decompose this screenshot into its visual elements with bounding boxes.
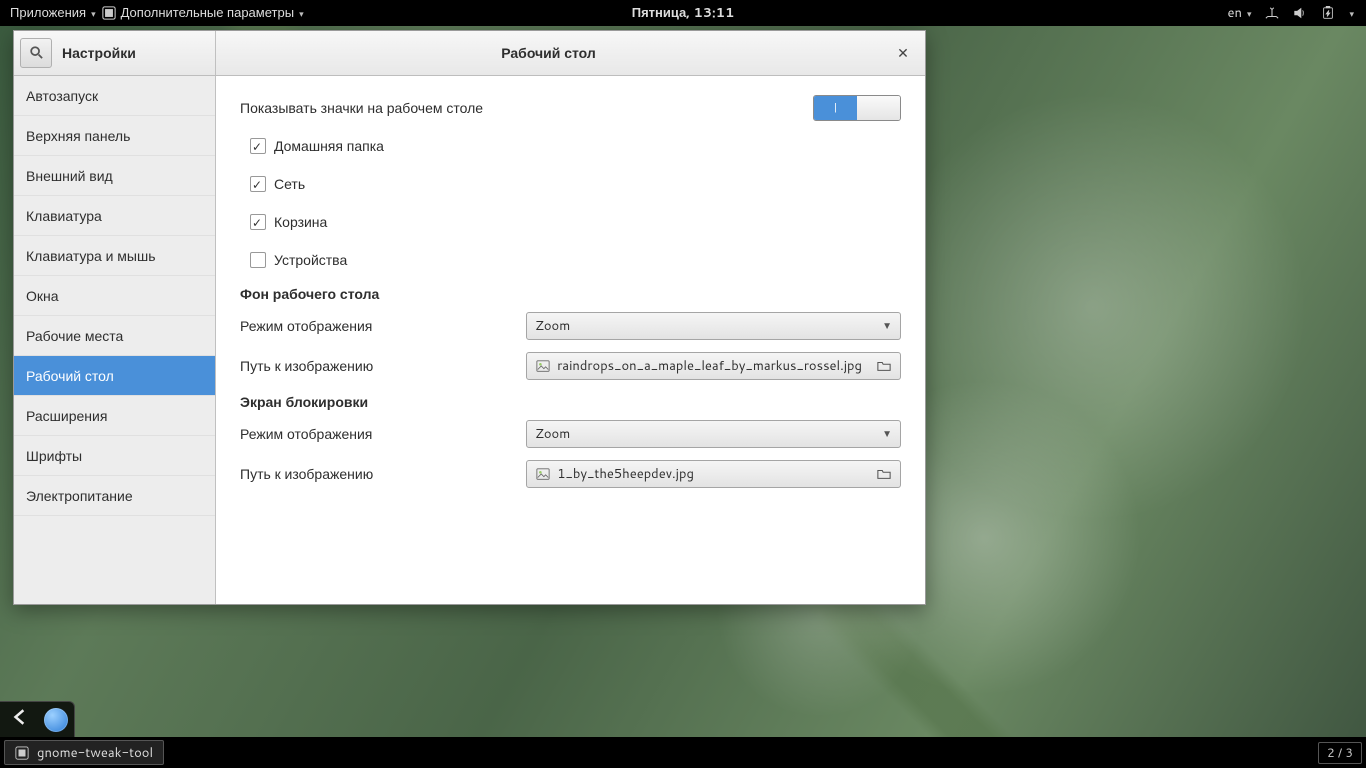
sidebar-item-label: Верхняя панель (26, 126, 130, 146)
lock-mode-label: Режим отображения (240, 424, 526, 444)
sidebar-item-label: Клавиатура (26, 206, 102, 226)
chevron-down-icon: ▼ (882, 319, 892, 333)
close-button[interactable]: ✕ (891, 41, 915, 65)
image-icon (535, 358, 551, 374)
tweak-tool-icon (102, 6, 116, 20)
taskbar-item-gnome-tweak-tool[interactable]: gnome-tweak-tool (4, 740, 164, 765)
lang-label: en (1227, 4, 1241, 22)
sidebar-item-label: Расширения (26, 406, 107, 426)
bottom-dock (0, 701, 75, 737)
sidebar-item-appearance[interactable]: Внешний вид (14, 156, 215, 196)
folder-open-icon (876, 466, 892, 482)
applications-label: Приложения (10, 4, 86, 22)
sidebar-item-power[interactable]: Электропитание (14, 476, 215, 516)
sidebar-item-label: Клавиатура и мышь (26, 246, 156, 266)
volume-icon[interactable] (1293, 6, 1307, 20)
switch-off-side (857, 96, 900, 120)
sidebar-item-label: Окна (26, 286, 59, 306)
clock[interactable]: Пятница, 13:11 (632, 4, 734, 22)
devices-label: Устройства (274, 250, 347, 270)
app-menu[interactable]: Дополнительные параметры ▾ (102, 4, 304, 22)
dock-back-button[interactable] (6, 706, 34, 734)
devices-checkbox[interactable] (250, 252, 266, 268)
search-button[interactable] (20, 38, 52, 68)
network-label: Сеть (274, 174, 305, 194)
chevron-down-icon: ▾ (1247, 7, 1252, 20)
trash-checkbox[interactable] (250, 214, 266, 230)
show-icons-label: Показывать значки на рабочем столе (240, 98, 813, 118)
bg-file-chooser[interactable]: raindrops_on_a_maple_leaf_by_markus_ross… (526, 352, 901, 380)
titlebar-left: Настройки (14, 31, 216, 75)
image-icon (535, 466, 551, 482)
bg-mode-label: Режим отображения (240, 316, 526, 336)
close-icon: ✕ (897, 43, 909, 63)
tweak-tool-icon (15, 746, 29, 760)
chevron-left-icon (11, 708, 29, 732)
sidebar-item-autostart[interactable]: Автозапуск (14, 76, 215, 116)
sidebar-item-fonts[interactable]: Шрифты (14, 436, 215, 476)
app-menu-label: Дополнительные параметры (121, 4, 294, 22)
top-panel: Приложения ▾ Дополнительные параметры ▾ … (0, 0, 1366, 26)
sidebar-item-top-bar[interactable]: Верхняя панель (14, 116, 215, 156)
bg-file-name: raindrops_on_a_maple_leaf_by_markus_ross… (557, 357, 870, 375)
page-title: Рабочий стол (216, 31, 881, 75)
sidebar-item-workspaces[interactable]: Рабочие места (14, 316, 215, 356)
network-icon[interactable] (1265, 6, 1279, 20)
search-icon (29, 42, 43, 65)
lock-mode-combo[interactable]: Zoom ▼ (526, 420, 901, 448)
bg-path-label: Путь к изображению (240, 356, 526, 376)
chevron-down-icon: ▾ (299, 7, 304, 20)
trash-label: Корзина (274, 212, 327, 232)
switch-on-side: | (814, 96, 857, 120)
sidebar-item-label: Внешний вид (26, 166, 113, 186)
lock-mode-value: Zoom (535, 425, 882, 443)
taskbar: gnome-tweak-tool 2 / 3 (0, 737, 1366, 768)
titlebar: Настройки Рабочий стол ✕ (14, 31, 925, 76)
content-pane: Показывать значки на рабочем столе | Дом… (216, 76, 925, 604)
workspace-indicator[interactable]: 2 / 3 (1318, 742, 1362, 764)
sidebar-item-extensions[interactable]: Расширения (14, 396, 215, 436)
battery-icon[interactable] (1321, 6, 1335, 20)
sidebar-item-windows[interactable]: Окна (14, 276, 215, 316)
chevron-down-icon[interactable]: ▾ (1349, 7, 1354, 20)
home-checkbox[interactable] (250, 138, 266, 154)
sidebar-item-keyboard[interactable]: Клавиатура (14, 196, 215, 236)
workspace-text: 2 / 3 (1327, 744, 1353, 761)
sidebar-item-label: Рабочие места (26, 326, 123, 346)
sidebar-item-desktop[interactable]: Рабочий стол (14, 356, 215, 396)
app-title: Настройки (62, 43, 136, 63)
chevron-down-icon: ▾ (91, 7, 96, 20)
network-checkbox[interactable] (250, 176, 266, 192)
bg-mode-value: Zoom (535, 317, 882, 335)
settings-window: Настройки Рабочий стол ✕ Автозапуск Верх… (13, 30, 926, 605)
applications-menu[interactable]: Приложения ▾ (10, 4, 96, 22)
folder-open-icon (876, 358, 892, 374)
bg-mode-combo[interactable]: Zoom ▼ (526, 312, 901, 340)
sidebar-item-label: Рабочий стол (26, 366, 114, 386)
lock-heading: Экран блокировки (240, 392, 901, 412)
sidebar-item-label: Автозапуск (26, 86, 98, 106)
home-label: Домашняя папка (274, 136, 384, 156)
input-source-indicator[interactable]: en ▾ (1227, 4, 1251, 22)
bg-heading: Фон рабочего стола (240, 284, 901, 304)
clock-text: Пятница, 13:11 (632, 4, 734, 22)
taskbar-item-label: gnome-tweak-tool (37, 744, 153, 762)
sidebar-item-keyboard-mouse[interactable]: Клавиатура и мышь (14, 236, 215, 276)
lock-file-name: 1_by_the5heepdev.jpg (557, 465, 870, 483)
chevron-down-icon: ▼ (882, 427, 892, 441)
sidebar: Автозапуск Верхняя панель Внешний вид Кл… (14, 76, 216, 604)
sidebar-item-label: Электропитание (26, 486, 133, 506)
sidebar-item-label: Шрифты (26, 446, 82, 466)
dock-chromium-icon[interactable] (44, 708, 68, 732)
lock-file-chooser[interactable]: 1_by_the5heepdev.jpg (526, 460, 901, 488)
show-icons-switch[interactable]: | (813, 95, 901, 121)
lock-path-label: Путь к изображению (240, 464, 526, 484)
